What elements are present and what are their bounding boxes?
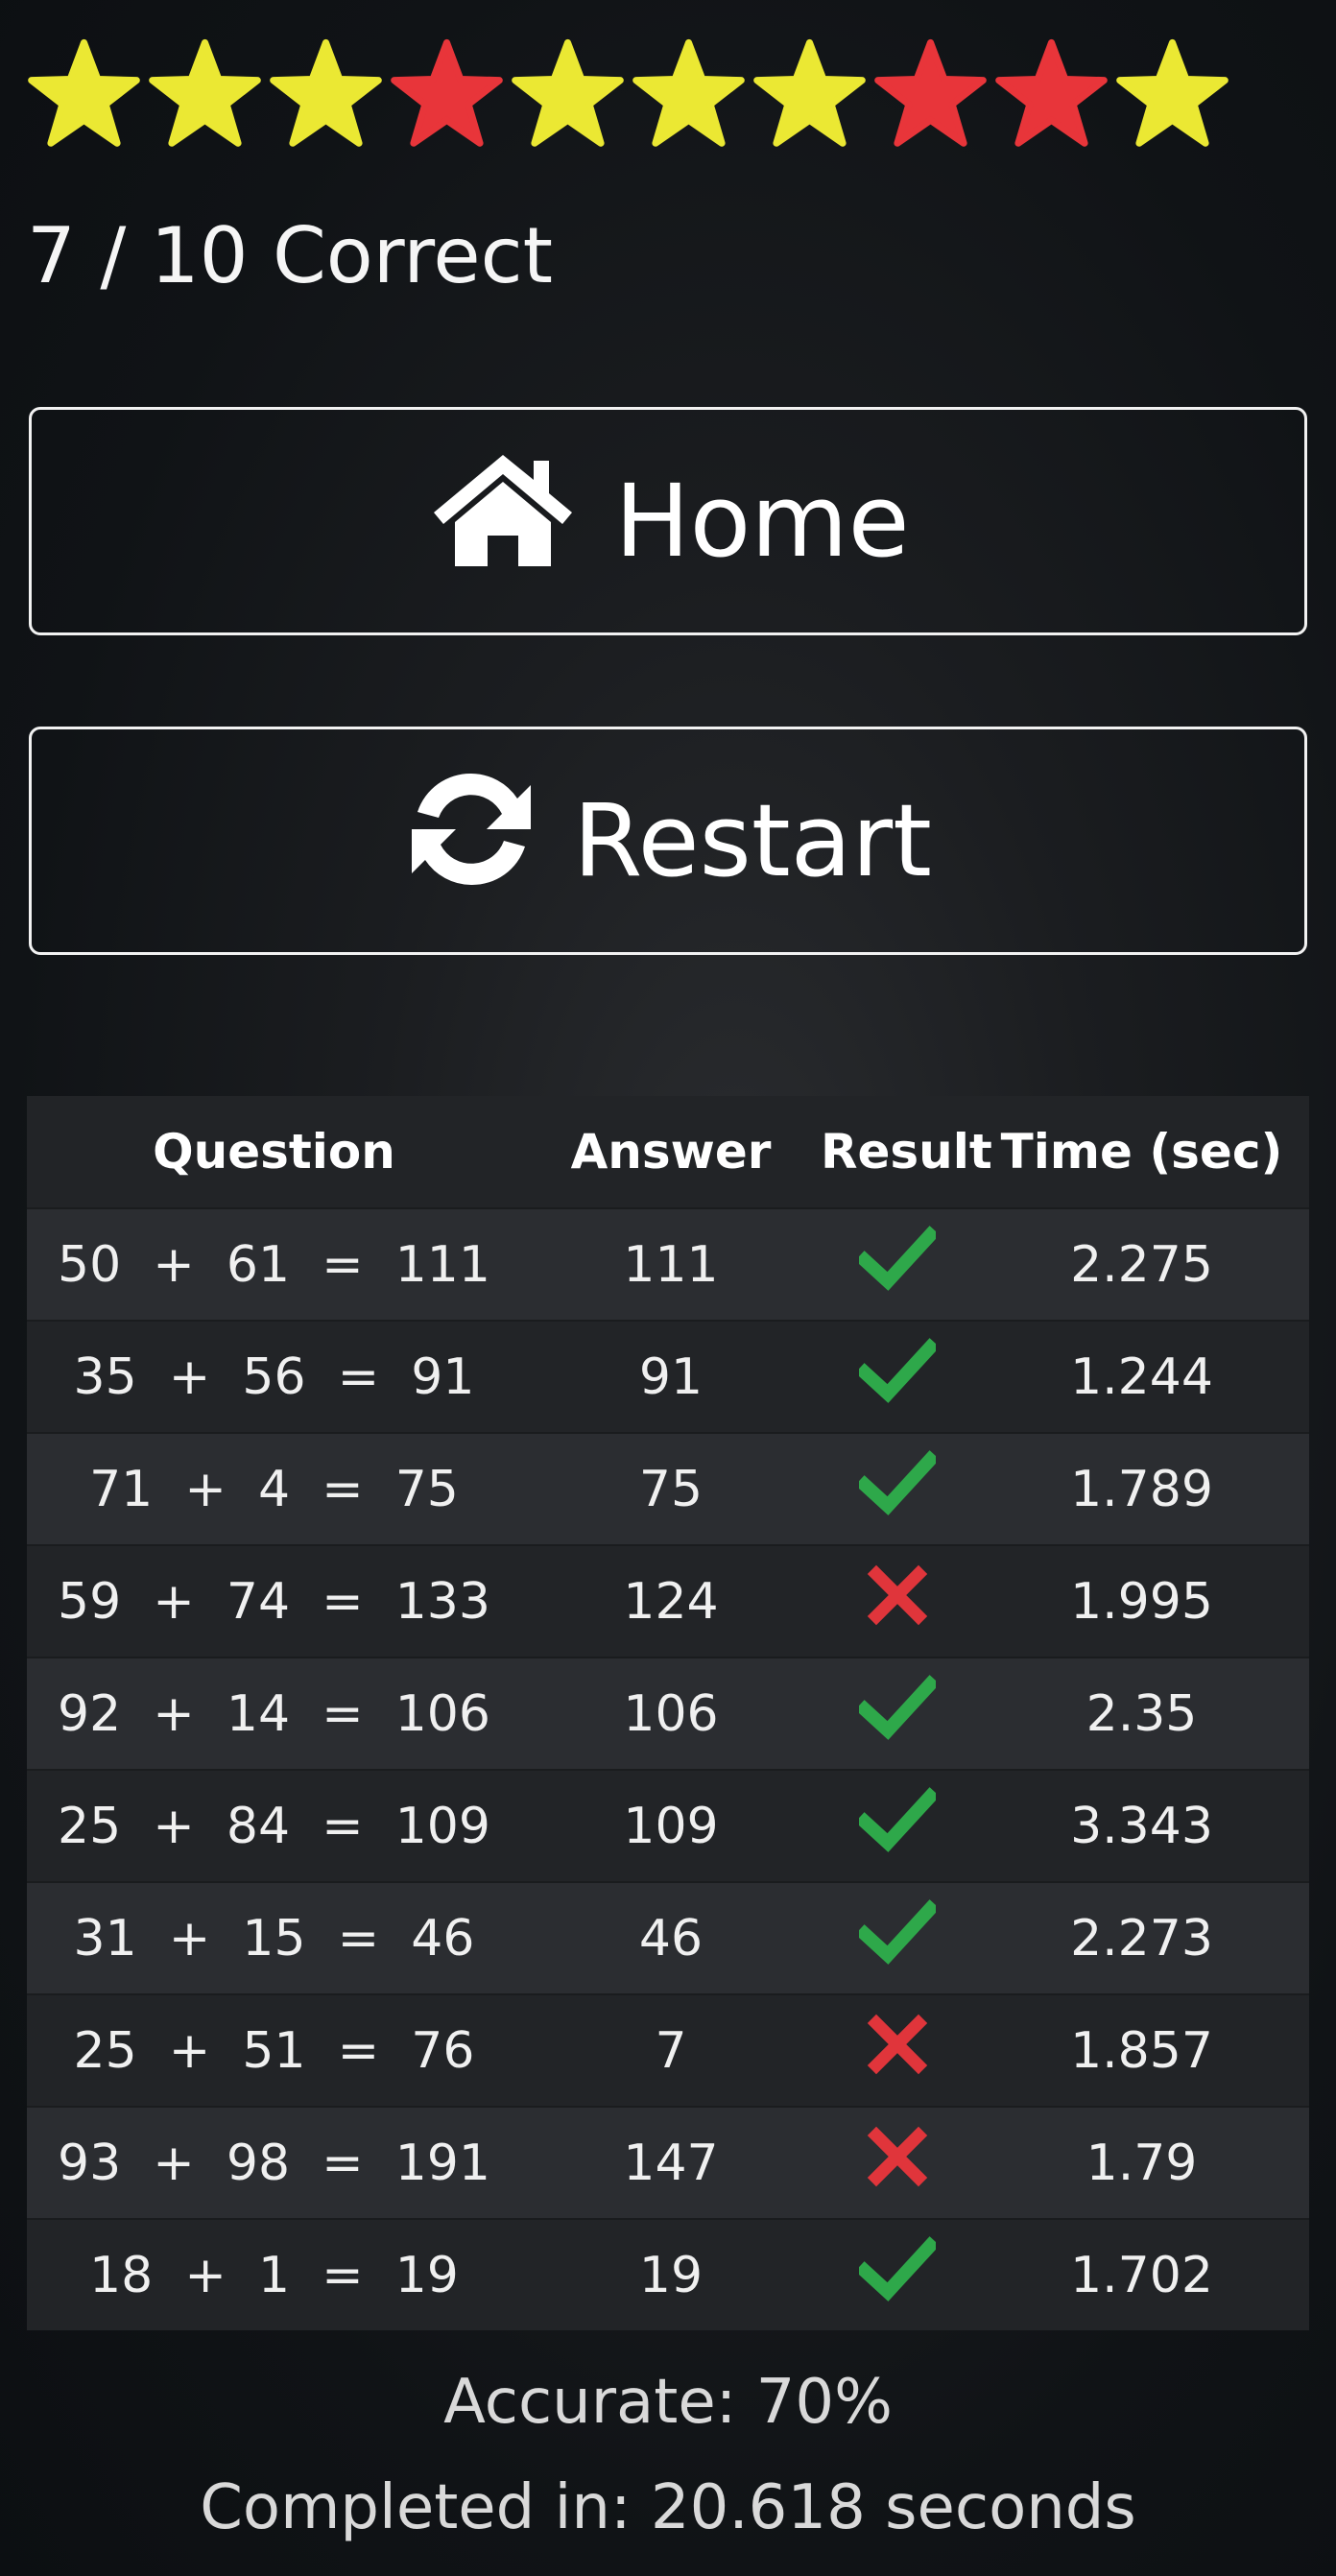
question-cell: 50 + 61 = 111 — [27, 1207, 521, 1321]
cross-icon — [859, 2006, 936, 2083]
question-cell: 31 + 15 = 46 — [27, 1881, 521, 1994]
star-icon — [149, 38, 261, 147]
time-cell: 1.244 — [974, 1320, 1309, 1433]
restart-button[interactable]: Restart — [29, 727, 1307, 955]
question-cell: 71 + 4 = 75 — [27, 1432, 521, 1545]
table-row: 71 + 4 = 75 75 1.789 — [27, 1432, 1309, 1545]
result-cell — [821, 2106, 974, 2219]
time-cell: 1.702 — [974, 2218, 1309, 2330]
star-icon — [270, 38, 382, 147]
checkmark-icon — [859, 1332, 936, 1409]
star-icon — [753, 38, 866, 147]
table-header-row: Question Answer Result Time (sec) — [27, 1096, 1309, 1208]
time-cell: 2.273 — [974, 1881, 1309, 1994]
answer-cell: 147 — [521, 2106, 821, 2219]
table-row: 93 + 98 = 191 147 1.79 — [27, 2106, 1309, 2219]
refresh-icon — [404, 762, 538, 920]
table-row: 35 + 56 = 91 91 1.244 — [27, 1320, 1309, 1433]
question-cell: 25 + 84 = 109 — [27, 1769, 521, 1882]
time-cell: 2.35 — [974, 1657, 1309, 1770]
table-row: 31 + 15 = 46 46 2.273 — [27, 1881, 1309, 1994]
question-cell: 25 + 51 = 76 — [27, 1993, 521, 2107]
table-row: 50 + 61 = 111 111 2.275 — [27, 1207, 1309, 1321]
answer-cell: 19 — [521, 2218, 821, 2330]
table-row: 92 + 14 = 106 106 2.35 — [27, 1657, 1309, 1770]
column-header-result: Result — [821, 1096, 992, 1208]
question-cell: 92 + 14 = 106 — [27, 1657, 521, 1770]
home-icon — [426, 447, 580, 596]
checkmark-icon — [859, 1220, 936, 1297]
star-icon — [512, 38, 624, 147]
table-row: 25 + 84 = 109 109 3.343 — [27, 1769, 1309, 1882]
time-cell: 2.275 — [974, 1207, 1309, 1321]
answer-cell: 91 — [521, 1320, 821, 1433]
time-cell: 1.79 — [974, 2106, 1309, 2219]
result-cell — [821, 1881, 974, 1994]
answer-cell: 7 — [521, 1993, 821, 2107]
result-cell — [821, 1432, 974, 1545]
star-rating — [27, 35, 1229, 157]
column-header-question: Question — [27, 1096, 521, 1208]
column-header-answer: Answer — [521, 1096, 821, 1208]
checkmark-icon — [859, 2230, 936, 2307]
answer-cell: 46 — [521, 1881, 821, 1994]
result-cell — [821, 1657, 974, 1770]
star-icon — [28, 38, 140, 147]
checkmark-icon — [859, 1669, 936, 1746]
table-row: 59 + 74 = 133 124 1.995 — [27, 1544, 1309, 1658]
checkmark-icon — [859, 1444, 936, 1521]
result-cell — [821, 1207, 974, 1321]
accuracy-text: Accurate: 70% — [443, 2367, 893, 2438]
score-text: 7 / 10 Correct — [27, 211, 553, 300]
table-row: 25 + 51 = 76 7 1.857 — [27, 1993, 1309, 2107]
checkmark-icon — [859, 1894, 936, 1970]
restart-button-label: Restart — [573, 782, 932, 899]
star-icon — [874, 38, 987, 147]
table-row: 18 + 1 = 19 19 1.702 — [27, 2218, 1309, 2330]
question-cell: 18 + 1 = 19 — [27, 2218, 521, 2330]
result-cell — [821, 1320, 974, 1433]
result-cell — [821, 1993, 974, 2107]
answer-cell: 106 — [521, 1657, 821, 1770]
result-cell — [821, 2218, 974, 2330]
result-cell — [821, 1769, 974, 1882]
answer-cell: 111 — [521, 1207, 821, 1321]
question-cell: 35 + 56 = 91 — [27, 1320, 521, 1433]
time-cell: 3.343 — [974, 1769, 1309, 1882]
time-cell: 1.857 — [974, 1993, 1309, 2107]
star-icon — [632, 38, 745, 147]
time-cell: 1.789 — [974, 1432, 1309, 1545]
star-icon — [391, 38, 503, 147]
star-icon — [1116, 38, 1229, 147]
answer-cell: 75 — [521, 1432, 821, 1545]
question-cell: 59 + 74 = 133 — [27, 1544, 521, 1658]
answer-cell: 124 — [521, 1544, 821, 1658]
question-cell: 93 + 98 = 191 — [27, 2106, 521, 2219]
home-button-label: Home — [614, 463, 910, 580]
home-button[interactable]: Home — [29, 407, 1307, 635]
results-table: Question Answer Result Time (sec) 50 + 6… — [27, 1096, 1309, 2330]
completion-time-text: Completed in: 20.618 seconds — [200, 2472, 1136, 2543]
column-header-time: Time (sec) — [974, 1096, 1309, 1208]
time-cell: 1.995 — [974, 1544, 1309, 1658]
cross-icon — [859, 1557, 936, 1634]
answer-cell: 109 — [521, 1769, 821, 1882]
star-icon — [995, 38, 1108, 147]
cross-icon — [859, 2118, 936, 2195]
result-cell — [821, 1544, 974, 1658]
checkmark-icon — [859, 1781, 936, 1858]
